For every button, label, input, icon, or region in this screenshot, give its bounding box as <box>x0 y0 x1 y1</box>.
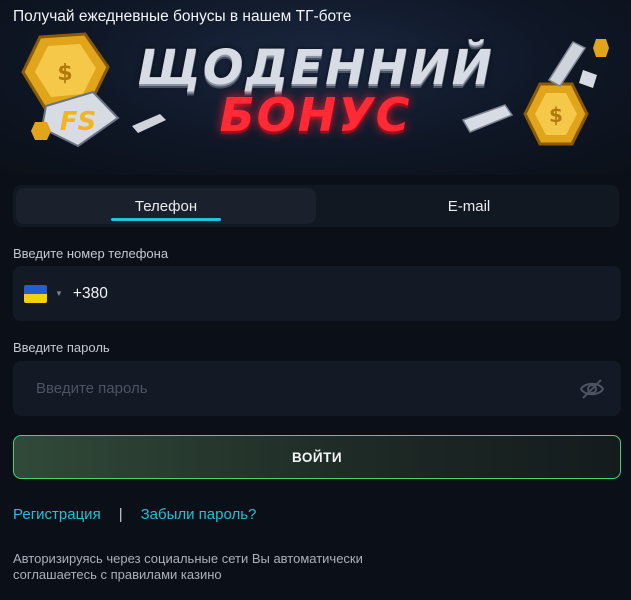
login-button[interactable]: ВОЙТИ <box>13 435 621 479</box>
ukraine-flag-icon[interactable] <box>24 284 47 303</box>
login-method-tabs: Телефон E-mail <box>13 185 619 227</box>
promo-banner[interactable]: Получай ежедневные бонусы в нашем ТГ-бот… <box>0 0 631 175</box>
auth-links: Регистрация | Забыли пароль? <box>13 506 256 523</box>
phone-input[interactable]: +380 <box>73 285 108 303</box>
link-separator: | <box>118 506 123 523</box>
phone-field[interactable]: ▼ +380 <box>13 266 621 321</box>
phone-label: Введите номер телефона <box>13 246 169 261</box>
register-link[interactable]: Регистрация <box>13 506 101 523</box>
password-input[interactable]: Введите пароль <box>36 380 579 397</box>
password-field[interactable]: Введите пароль <box>13 361 621 416</box>
tab-phone[interactable]: Телефон <box>16 188 316 224</box>
social-login-disclaimer: Авторизируясь через социальные сети Вы а… <box>13 551 363 582</box>
eye-slash-icon[interactable] <box>579 378 605 400</box>
forgot-password-link[interactable]: Забыли пароль? <box>141 506 257 523</box>
banner-title-line2: БОНУС <box>219 88 412 142</box>
chevron-down-icon[interactable]: ▼ <box>55 289 63 298</box>
password-label: Введите пароль <box>13 340 110 355</box>
tab-email[interactable]: E-mail <box>319 185 619 227</box>
promo-text: Получай ежедневные бонусы в нашем ТГ-бот… <box>13 8 352 25</box>
